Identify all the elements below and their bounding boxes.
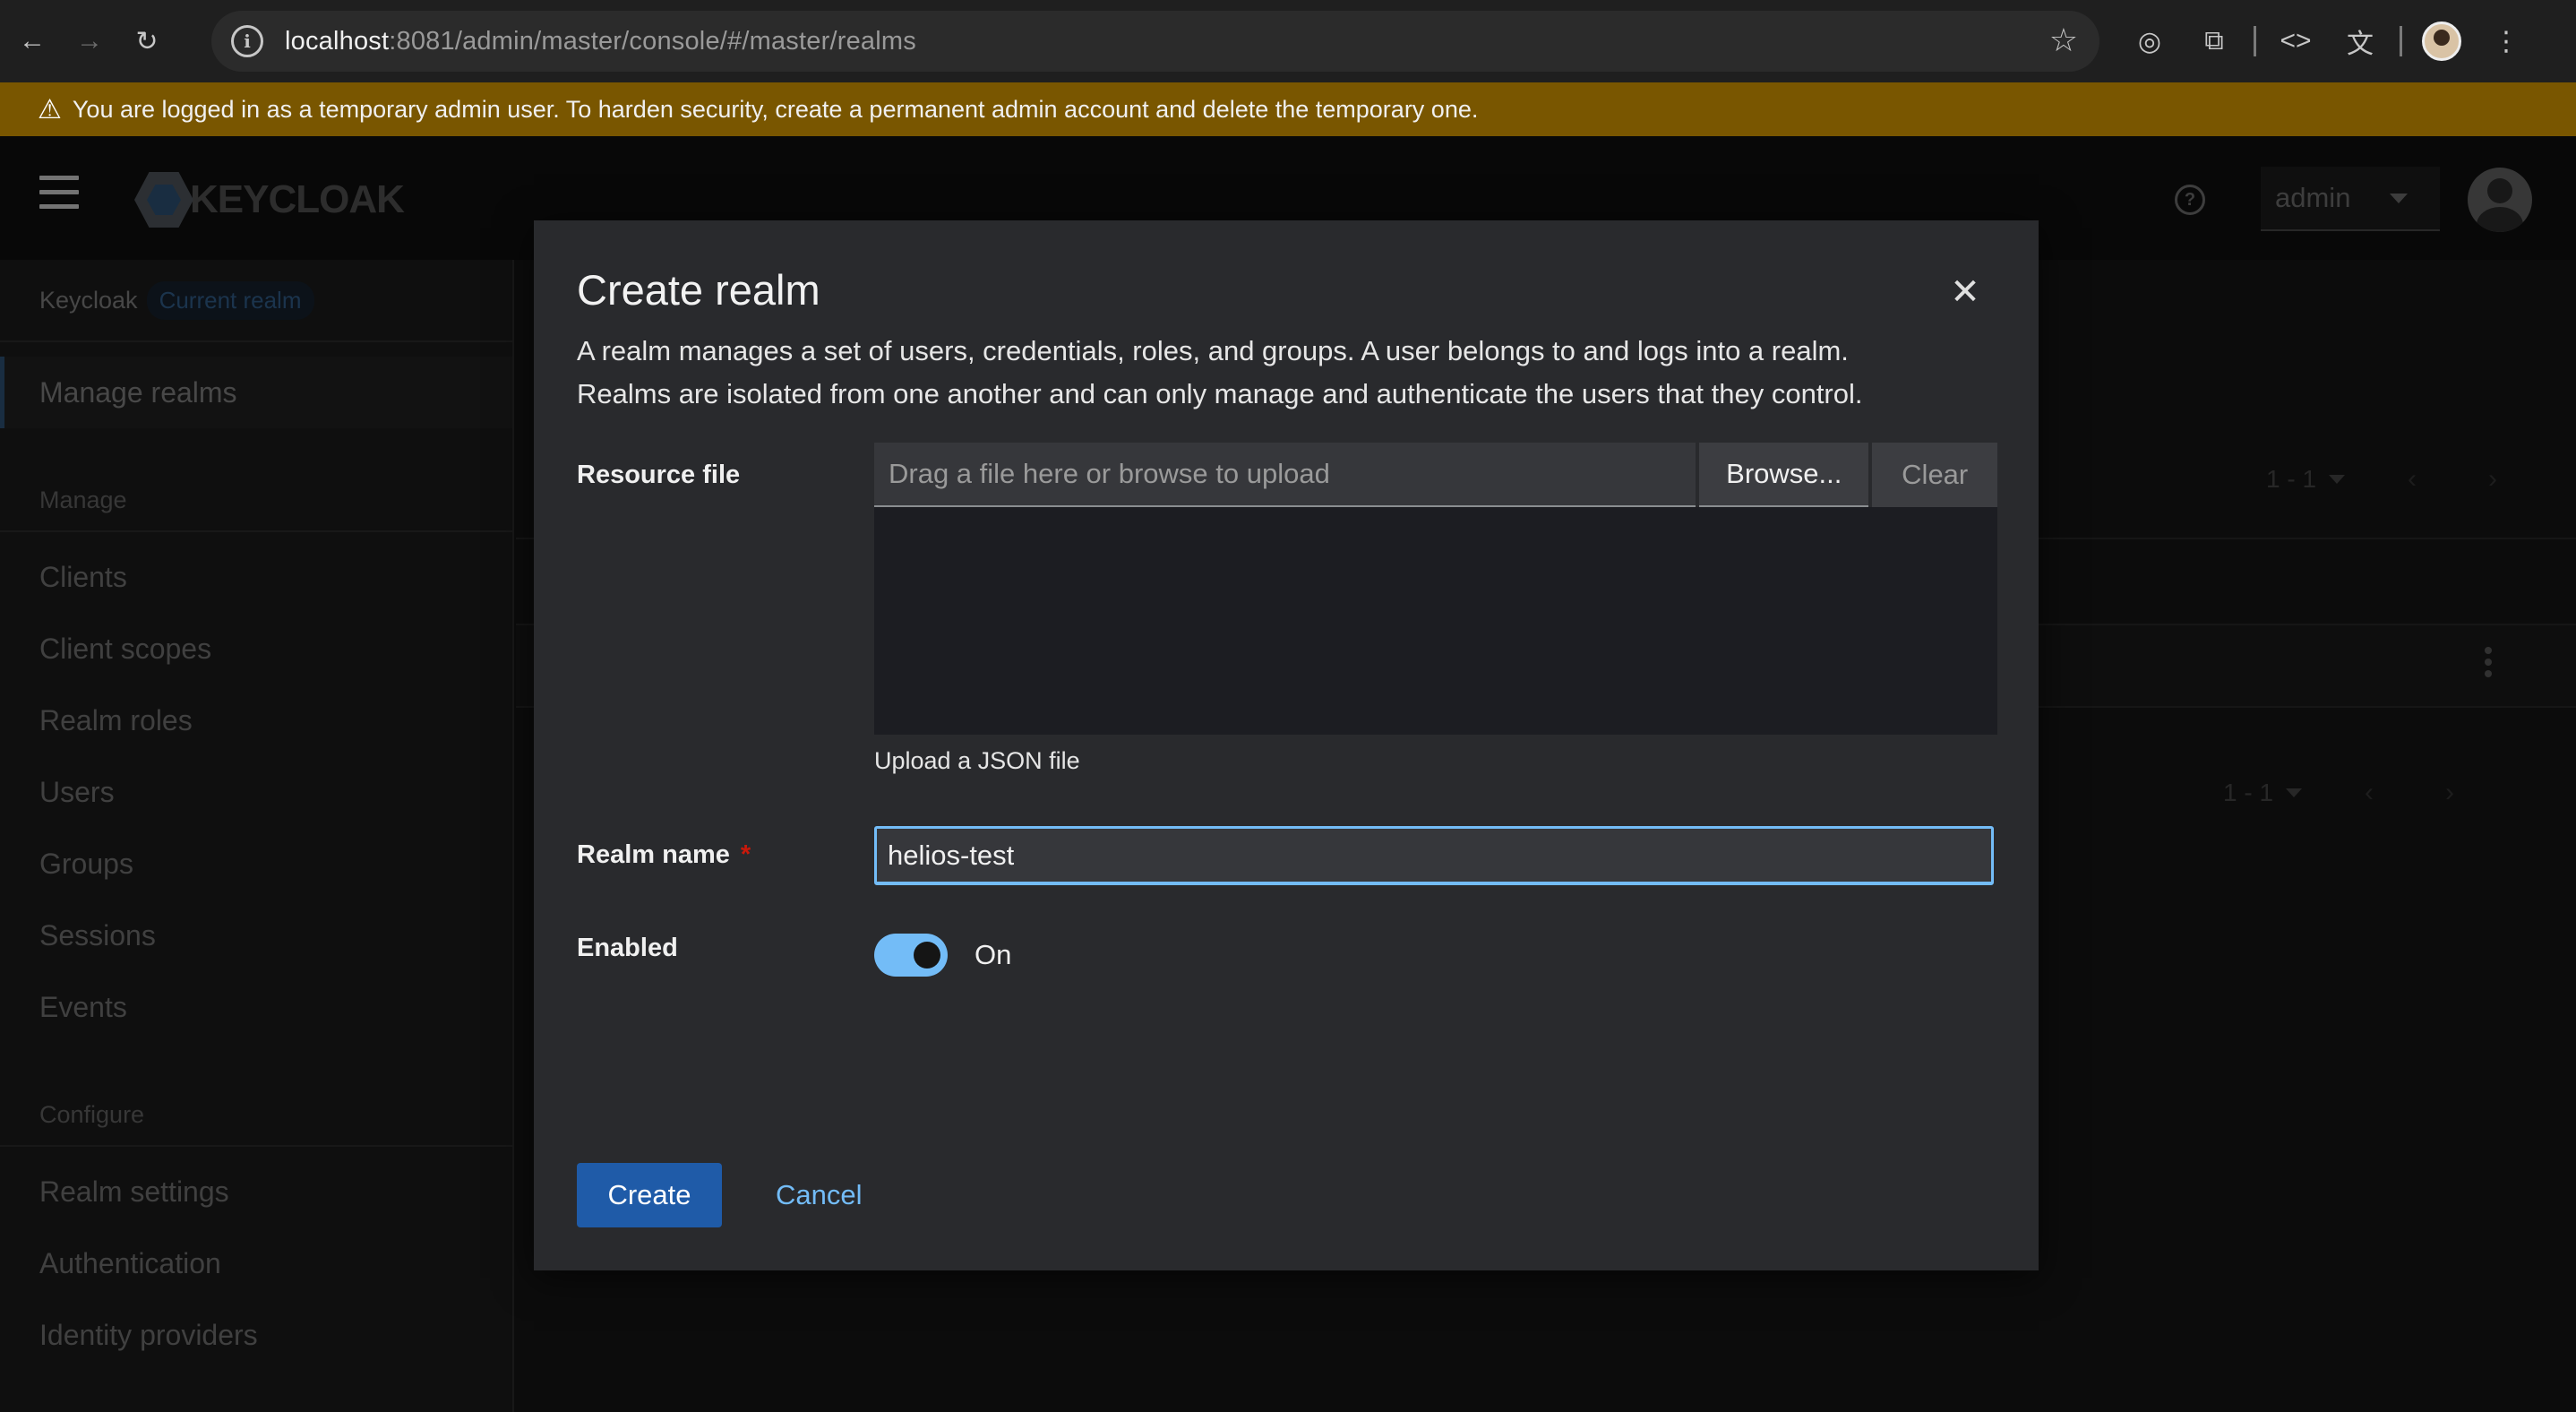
browse-button[interactable]: Browse... xyxy=(1699,443,1869,507)
upload-helper-text: Upload a JSON file xyxy=(874,747,1080,774)
extensions-area: ◎ ⧉ <> 文 ⋮ xyxy=(2123,11,2544,72)
address-bar[interactable]: i localhost:8081/admin/master/console/#/… xyxy=(211,11,2099,72)
devtools-code-icon[interactable]: <> xyxy=(2269,14,2323,68)
banner-text: You are logged in as a temporary admin u… xyxy=(72,95,1479,123)
enabled-state-text: On xyxy=(975,939,1012,970)
site-info-icon[interactable]: i xyxy=(231,25,263,57)
required-marker: * xyxy=(740,840,751,869)
resource-file-label: Resource file xyxy=(577,461,741,489)
url-text[interactable]: localhost:8081/admin/master/console/#/ma… xyxy=(285,27,916,56)
clear-button[interactable]: Clear xyxy=(1872,443,1997,507)
create-realm-modal: Create realm ✕ A realm manages a set of … xyxy=(534,220,2039,1270)
temporary-admin-banner: ⚠ You are logged in as a temporary admin… xyxy=(0,82,2576,136)
extension-target-icon[interactable]: ◎ xyxy=(2123,14,2177,68)
description-line: Realms are isolated from one another and… xyxy=(577,378,1863,409)
realm-name-label-text: Realm name xyxy=(577,840,730,869)
create-button[interactable]: Create xyxy=(577,1163,722,1227)
realm-name-label: Realm name * xyxy=(577,840,751,870)
browser-toolbar: ← → ↻ i localhost:8081/admin/master/cons… xyxy=(0,0,2576,82)
enabled-toggle[interactable] xyxy=(874,934,948,977)
bookmark-star-icon[interactable]: ☆ xyxy=(2049,22,2078,59)
toolbar-divider xyxy=(2400,26,2402,56)
realm-name-input[interactable]: helios-test xyxy=(874,826,1994,885)
back-icon[interactable]: ← xyxy=(7,16,57,66)
modal-description: A realm manages a set of users, credenti… xyxy=(577,330,1974,416)
file-content-textarea[interactable] xyxy=(874,507,1997,735)
toolbar-divider xyxy=(2254,26,2256,56)
url-host: localhost xyxy=(285,26,390,56)
file-upload-filename-field[interactable]: Drag a file here or browse to upload xyxy=(874,443,1696,507)
modal-title: Create realm xyxy=(577,266,820,314)
forward-icon[interactable]: → xyxy=(64,16,115,66)
translate-icon[interactable]: 文 xyxy=(2333,14,2387,68)
file-upload-dropzone[interactable]: Drag a file here or browse to upload Bro… xyxy=(874,443,1997,507)
reload-icon[interactable]: ↻ xyxy=(122,16,172,66)
url-path: :8081/admin/master/console/#/master/real… xyxy=(389,26,916,56)
warning-triangle-icon: ⚠ xyxy=(38,94,62,125)
extensions-puzzle-icon[interactable]: ⧉ xyxy=(2187,14,2241,68)
description-line: A realm manages a set of users, credenti… xyxy=(577,335,1849,366)
profile-avatar-icon xyxy=(2422,22,2461,61)
realm-name-value: helios-test xyxy=(888,839,1015,871)
enabled-label: Enabled xyxy=(577,934,678,962)
close-icon[interactable]: ✕ xyxy=(1947,272,1983,312)
toggle-knob xyxy=(914,942,940,969)
profile-button[interactable] xyxy=(2415,14,2469,68)
browser-menu-icon[interactable]: ⋮ xyxy=(2479,14,2533,68)
cancel-button[interactable]: Cancel xyxy=(765,1163,873,1227)
